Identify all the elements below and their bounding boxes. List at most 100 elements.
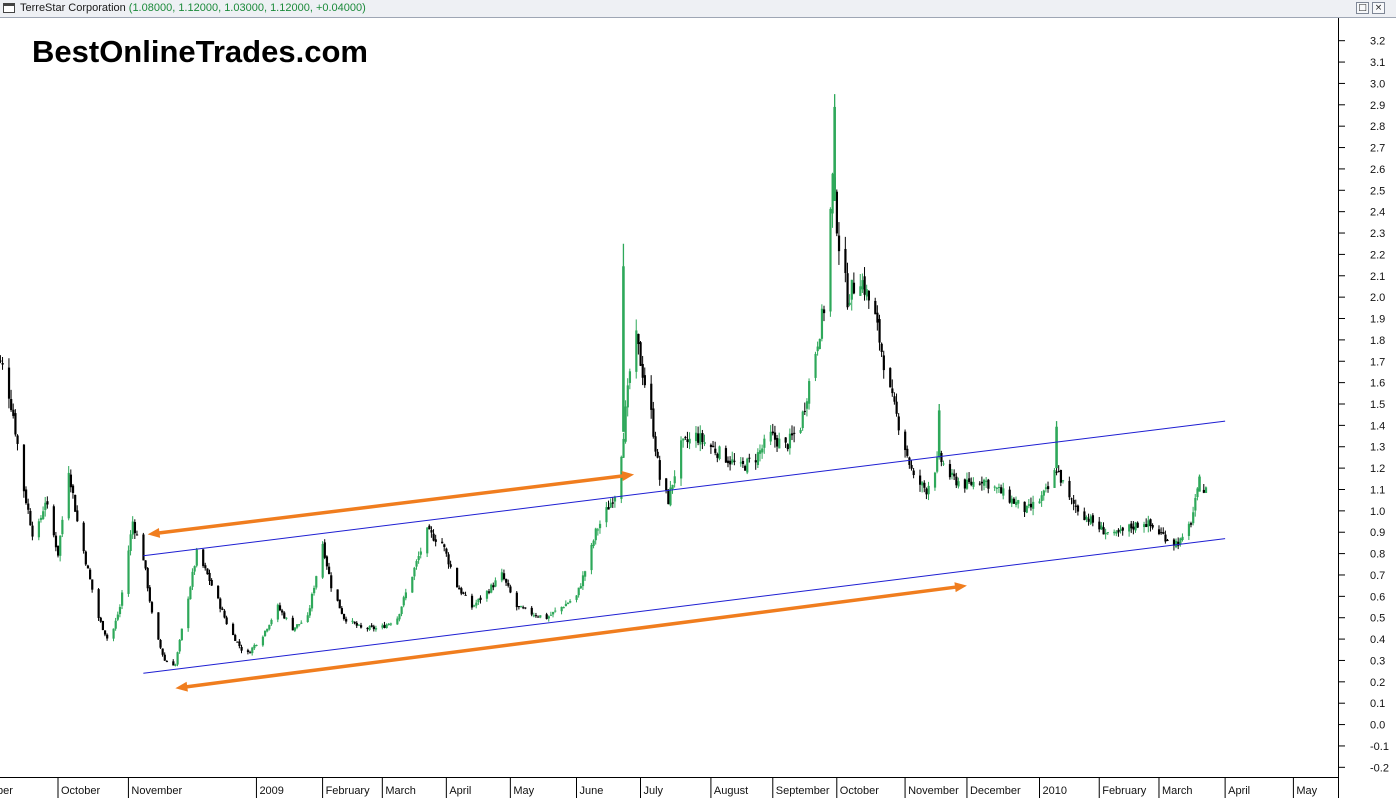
candle-down	[863, 276, 866, 295]
price-tick-label: 0.2	[1370, 677, 1385, 689]
candle-down	[1162, 532, 1165, 534]
candle-down	[103, 630, 107, 635]
candle-down	[1, 362, 4, 365]
candle-up	[850, 279, 853, 300]
candle-down	[637, 333, 640, 345]
candle-down	[488, 591, 491, 593]
candle-down	[748, 457, 751, 459]
candle-down	[223, 610, 226, 618]
spike-body	[937, 410, 941, 458]
candle-down	[773, 432, 777, 440]
candle-up	[396, 618, 399, 625]
candle-up	[1143, 524, 1146, 528]
candle-up	[310, 593, 314, 609]
price-tick-label: 1.5	[1370, 399, 1385, 411]
candle-down	[1149, 519, 1152, 527]
candle-down	[71, 485, 75, 493]
candle-up	[1192, 512, 1195, 524]
candle-up	[635, 330, 638, 372]
month-label: May	[1296, 785, 1317, 797]
candle-up	[933, 472, 937, 488]
candle-up	[178, 639, 181, 652]
candle-down	[1091, 515, 1095, 523]
price-tick-label: 2.2	[1370, 249, 1385, 261]
candle-up	[799, 430, 802, 433]
candle-down	[980, 481, 984, 484]
candle-up	[1147, 520, 1150, 527]
candle-down	[790, 433, 794, 436]
candle-up	[577, 587, 580, 596]
candle-up	[673, 476, 676, 484]
candle-up	[129, 534, 132, 551]
price-tick-label: 2.5	[1370, 185, 1385, 197]
candle-up	[584, 571, 587, 577]
candle-down	[1023, 501, 1026, 512]
candle-down	[432, 533, 435, 541]
candle-up	[957, 481, 960, 487]
candle-up	[1119, 529, 1122, 531]
candle-down	[238, 641, 241, 647]
candle-down	[1132, 526, 1135, 530]
candle-up	[532, 615, 536, 617]
candle-up	[769, 431, 772, 442]
candle-down	[515, 592, 518, 608]
candle-down	[771, 431, 774, 434]
candle-up	[118, 607, 122, 615]
candle-up	[308, 608, 311, 616]
candle-down	[925, 488, 928, 495]
candle-up	[306, 615, 309, 623]
candle-up	[413, 567, 416, 577]
candle-up	[477, 598, 480, 603]
trendline-lower	[143, 538, 1226, 674]
candle-up	[671, 484, 674, 489]
candle-down	[246, 650, 250, 653]
candle-down	[163, 654, 166, 661]
candle-down	[537, 616, 540, 618]
candle-down	[359, 625, 363, 628]
price-tick-label: 0.1	[1370, 698, 1385, 710]
candle-down	[919, 475, 922, 485]
candle-up	[549, 614, 553, 616]
candle-down	[1117, 529, 1120, 533]
candle-down	[283, 612, 286, 619]
candle-up	[500, 572, 504, 581]
candle-up	[921, 482, 924, 486]
candle-up	[180, 628, 183, 641]
month-label: April	[449, 785, 471, 797]
month-label: November	[908, 785, 959, 797]
candle-down	[340, 608, 343, 614]
candle-up	[195, 549, 198, 566]
candle-up	[417, 556, 420, 561]
candle-down	[101, 621, 105, 631]
candle-down	[443, 544, 446, 547]
candle-down	[234, 634, 237, 641]
candle-down	[876, 312, 879, 323]
candle-down	[428, 525, 431, 530]
candle-down	[784, 437, 787, 443]
candle-up	[761, 448, 764, 453]
candle-up	[415, 561, 418, 567]
candle-down	[1136, 522, 1139, 528]
candle-down	[940, 453, 943, 463]
candle-down	[370, 625, 373, 627]
spike-body	[1055, 426, 1058, 469]
candle-down	[1151, 525, 1154, 528]
candle-down	[31, 525, 34, 537]
candle-down	[462, 592, 465, 594]
candle-down	[505, 578, 508, 583]
candle-down	[106, 634, 109, 639]
candle-up	[385, 624, 388, 629]
candle-up	[398, 614, 401, 620]
candle-up	[270, 619, 273, 625]
candle-up	[112, 628, 115, 639]
candle-down	[16, 435, 19, 444]
candle-down	[744, 466, 747, 471]
candle-down	[69, 474, 73, 488]
price-chart[interactable]: 3.2 3.1 3.0 2.9 2.8 2.7 2.6 2.5 2.4 2.3 2.2 2.1 2.0 1…	[0, 0, 1396, 798]
candle-up	[788, 433, 792, 449]
candle-down	[157, 612, 160, 640]
candle-down	[159, 639, 162, 648]
candle-up	[993, 486, 996, 488]
candle-up	[251, 647, 254, 654]
candle-down	[893, 396, 896, 402]
